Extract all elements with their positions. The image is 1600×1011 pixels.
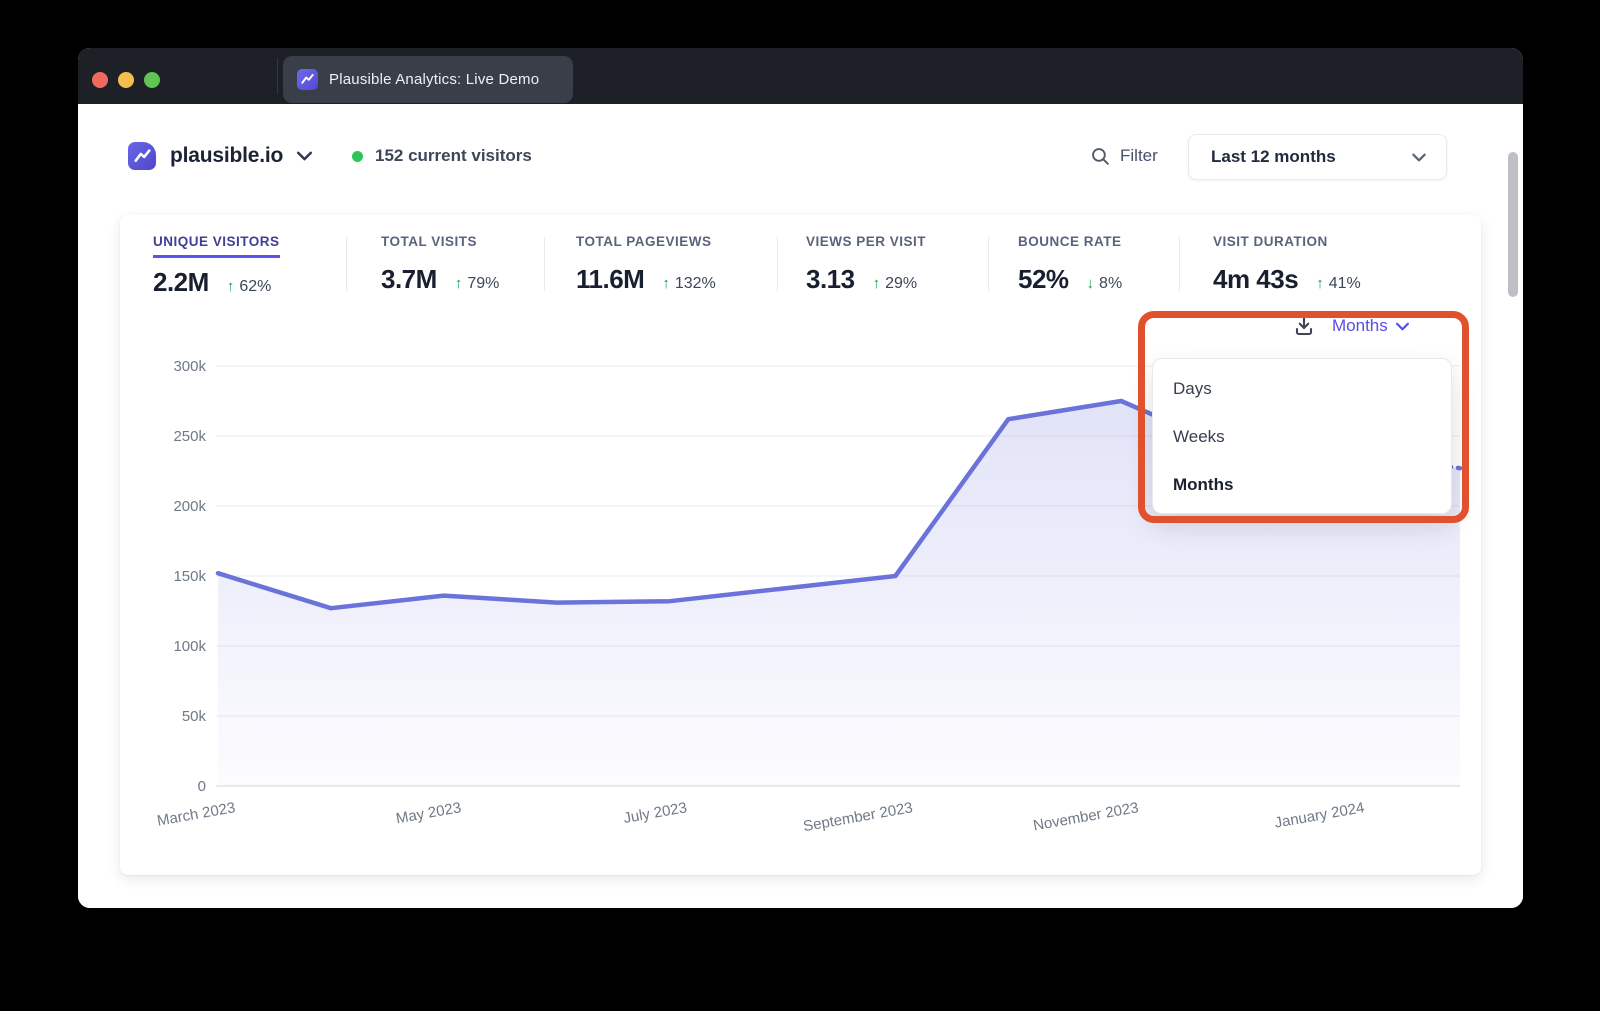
svg-text:250k: 250k <box>173 428 206 445</box>
stat-tab-bounce-rate[interactable]: BOUNCE RATE 52% ↓8% <box>1018 233 1122 295</box>
stat-label: TOTAL PAGEVIEWS <box>576 234 712 255</box>
svg-text:September 2023: September 2023 <box>802 799 914 835</box>
site-switcher[interactable]: plausible.io <box>128 135 312 177</box>
arrow-up-icon: ↑ <box>455 275 463 292</box>
svg-text:100k: 100k <box>173 638 206 655</box>
stat-divider <box>777 237 778 291</box>
stat-change: 41% <box>1329 275 1361 293</box>
stat-change: 8% <box>1099 275 1122 293</box>
svg-text:July 2023: July 2023 <box>622 799 688 827</box>
current-visitors-label: 152 current visitors <box>375 146 532 166</box>
vertical-scrollbar-thumb[interactable] <box>1508 152 1518 297</box>
browser-tab[interactable]: Plausible Analytics: Live Demo <box>283 56 573 103</box>
stat-value: 3.13 <box>806 264 855 295</box>
stat-tab-total-visits[interactable]: TOTAL VISITS 3.7M ↑79% <box>381 233 499 295</box>
svg-text:November 2023: November 2023 <box>1032 799 1140 834</box>
date-range-value: Last 12 months <box>1211 147 1336 167</box>
titlebar-divider <box>277 58 278 94</box>
arrow-down-icon: ↓ <box>1087 275 1095 292</box>
site-name: plausible.io <box>170 144 283 168</box>
svg-text:January 2024: January 2024 <box>1273 799 1365 832</box>
stat-tab-views-per-visit[interactable]: VIEWS PER VISIT 3.13 ↑29% <box>806 233 926 295</box>
current-visitors[interactable]: 152 current visitors <box>352 135 532 177</box>
plausible-favicon-icon <box>297 69 318 90</box>
page-content: plausible.io 152 current visitors Filter… <box>78 104 1523 908</box>
plausible-logo-icon <box>128 142 156 170</box>
arrow-up-icon: ↑ <box>1316 275 1324 292</box>
stat-label: BOUNCE RATE <box>1018 234 1122 255</box>
svg-text:300k: 300k <box>173 358 206 375</box>
stat-label: VIEWS PER VISIT <box>806 234 926 255</box>
menu-item-months[interactable]: Months <box>1153 461 1451 509</box>
arrow-up-icon: ↑ <box>873 275 881 292</box>
arrow-up-icon: ↑ <box>227 278 235 295</box>
svg-text:50k: 50k <box>182 708 207 725</box>
interval-dropdown-button[interactable]: Months <box>1332 316 1409 336</box>
stat-tab-unique-visitors[interactable]: UNIQUE VISITORS 2.2M ↑62% <box>153 233 280 298</box>
svg-text:150k: 150k <box>173 568 206 585</box>
stat-tab-total-pageviews[interactable]: TOTAL PAGEVIEWS 11.6M ↑ 132% <box>576 233 716 295</box>
chevron-down-icon <box>1412 153 1426 162</box>
chevron-down-icon <box>297 151 312 161</box>
menu-item-days[interactable]: Days <box>1153 365 1451 413</box>
chevron-down-icon <box>1396 322 1409 331</box>
interval-dropdown-menu: DaysWeeksMonths <box>1152 358 1452 514</box>
stat-change: 29% <box>885 275 917 293</box>
stat-value: 2.2M <box>153 267 209 298</box>
title-bar: Plausible Analytics: Live Demo <box>78 48 1523 104</box>
zoom-window-button[interactable] <box>144 72 160 88</box>
svg-text:0: 0 <box>198 778 206 795</box>
stat-change: 62% <box>239 278 271 296</box>
search-icon <box>1090 146 1111 167</box>
filter-label: Filter <box>1120 146 1158 166</box>
stat-value: 11.6M <box>576 264 644 295</box>
stat-divider <box>544 237 545 291</box>
svg-text:May 2023: May 2023 <box>395 799 463 827</box>
stat-change: 79% <box>467 275 499 293</box>
arrow-up-icon: ↑ <box>662 275 670 292</box>
tab-title: Plausible Analytics: Live Demo <box>329 71 539 88</box>
filter-button[interactable]: Filter <box>1090 135 1158 177</box>
stat-value: 3.7M <box>381 264 437 295</box>
browser-window: Plausible Analytics: Live Demo plausible… <box>78 48 1523 908</box>
stat-label: UNIQUE VISITORS <box>153 234 280 258</box>
stat-divider <box>346 237 347 291</box>
svg-text:March 2023: March 2023 <box>156 799 237 829</box>
download-icon[interactable] <box>1292 314 1316 338</box>
stat-label: TOTAL VISITS <box>381 234 477 255</box>
stat-value: 4m 43s <box>1213 264 1298 295</box>
stat-divider <box>988 237 989 291</box>
stat-value: 52% <box>1018 264 1069 295</box>
stat-divider <box>1179 237 1180 291</box>
interval-value: Months <box>1332 316 1388 336</box>
svg-text:200k: 200k <box>173 498 206 515</box>
menu-item-weeks[interactable]: Weeks <box>1153 413 1451 461</box>
stat-tab-visit-duration[interactable]: VISIT DURATION 4m 43s ↑ 41% <box>1213 233 1361 295</box>
close-window-button[interactable] <box>92 72 108 88</box>
dashboard-card: UNIQUE VISITORS2.2M↑62%TOTAL VISITS3.7M↑… <box>120 215 1481 875</box>
stat-label: VISIT DURATION <box>1213 234 1328 255</box>
minimize-window-button[interactable] <box>118 72 134 88</box>
date-range-select[interactable]: Last 12 months <box>1188 134 1447 180</box>
live-dot-icon <box>352 151 363 162</box>
stat-change: 132% <box>675 275 716 293</box>
chart-controls: Months <box>1292 314 1409 338</box>
